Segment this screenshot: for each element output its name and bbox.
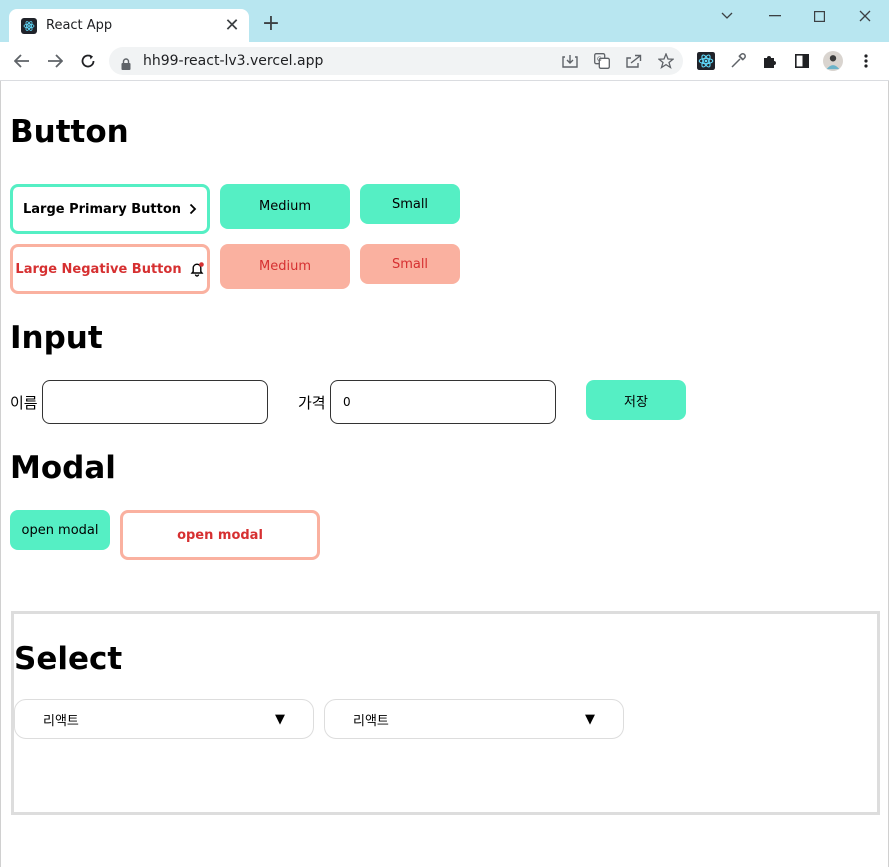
medium-primary-button[interactable]: Medium [220, 184, 350, 229]
react-devtools-icon[interactable] [696, 51, 716, 71]
extensions-puzzle-icon[interactable] [760, 51, 780, 71]
tab-search-icon[interactable] [712, 6, 742, 26]
eyedropper-icon[interactable] [728, 51, 748, 71]
close-window-icon[interactable] [850, 6, 880, 26]
price-label: 가격 [298, 394, 326, 412]
page-content: Button Large Primary Button Medium Small… [0, 81, 889, 867]
modal-section-title: Modal [10, 450, 116, 486]
bookmark-star-icon[interactable] [657, 53, 675, 69]
browser-tab[interactable]: React App ✕ [9, 9, 249, 42]
reload-icon[interactable] [76, 50, 100, 72]
browser-title-bar: React App ✕ + [0, 0, 889, 42]
bell-icon [189, 261, 205, 277]
select-1-value: 리액트 [43, 713, 79, 729]
browser-toolbar: hh99-react-lv3.vercel.app G [0, 42, 889, 81]
large-primary-button-label: Large Primary Button [22, 201, 182, 217]
dropdown-arrow-icon: ▼ [585, 711, 595, 727]
select-dropdown-1[interactable]: 리액트 ▼ [14, 699, 314, 739]
open-modal-button[interactable]: open modal [10, 510, 110, 550]
forward-icon[interactable] [43, 50, 67, 72]
url-text[interactable]: hh99-react-lv3.vercel.app [143, 53, 323, 69]
translate-icon[interactable]: G [593, 53, 611, 69]
close-tab-icon[interactable]: ✕ [221, 15, 243, 37]
select-2-value: 리액트 [353, 713, 389, 729]
select-section-title: Select [14, 641, 123, 677]
maximize-icon[interactable] [804, 6, 834, 26]
lock-icon[interactable] [121, 55, 131, 74]
back-icon[interactable] [10, 50, 34, 72]
dropdown-arrow-icon: ▼ [275, 711, 285, 727]
side-panel-icon[interactable] [792, 51, 812, 71]
share-icon[interactable] [625, 53, 643, 69]
svg-text:G: G [597, 56, 602, 63]
react-logo-icon [21, 17, 37, 34]
select-section: Select 리액트 ▼ 리액트 ▼ [11, 611, 880, 815]
chevron-right-icon [189, 203, 197, 215]
small-negative-button[interactable]: Small [360, 244, 460, 284]
save-button[interactable]: 저장 [586, 380, 686, 420]
new-tab-button[interactable]: + [259, 12, 283, 36]
button-section-title: Button [10, 114, 129, 150]
select-dropdown-2[interactable]: 리액트 ▼ [324, 699, 624, 739]
open-modal-large-button[interactable]: open modal [120, 510, 320, 560]
input-section-title: Input [10, 320, 103, 356]
name-input[interactable] [42, 380, 268, 424]
install-icon[interactable] [561, 53, 579, 69]
address-bar[interactable]: hh99-react-lv3.vercel.app G [109, 47, 683, 75]
price-input[interactable]: 0 [330, 380, 556, 424]
large-negative-button[interactable]: Large Negative Button [10, 244, 210, 294]
large-primary-button[interactable]: Large Primary Button [10, 184, 210, 234]
small-primary-button[interactable]: Small [360, 184, 460, 224]
profile-avatar-icon[interactable] [823, 51, 843, 71]
minimize-icon[interactable] [760, 6, 790, 26]
name-label: 이름 [10, 394, 38, 412]
tab-title: React App [46, 18, 113, 33]
more-menu-icon[interactable] [856, 51, 876, 71]
medium-negative-button[interactable]: Medium [220, 244, 350, 289]
large-negative-button-label: Large Negative Button [15, 261, 182, 277]
